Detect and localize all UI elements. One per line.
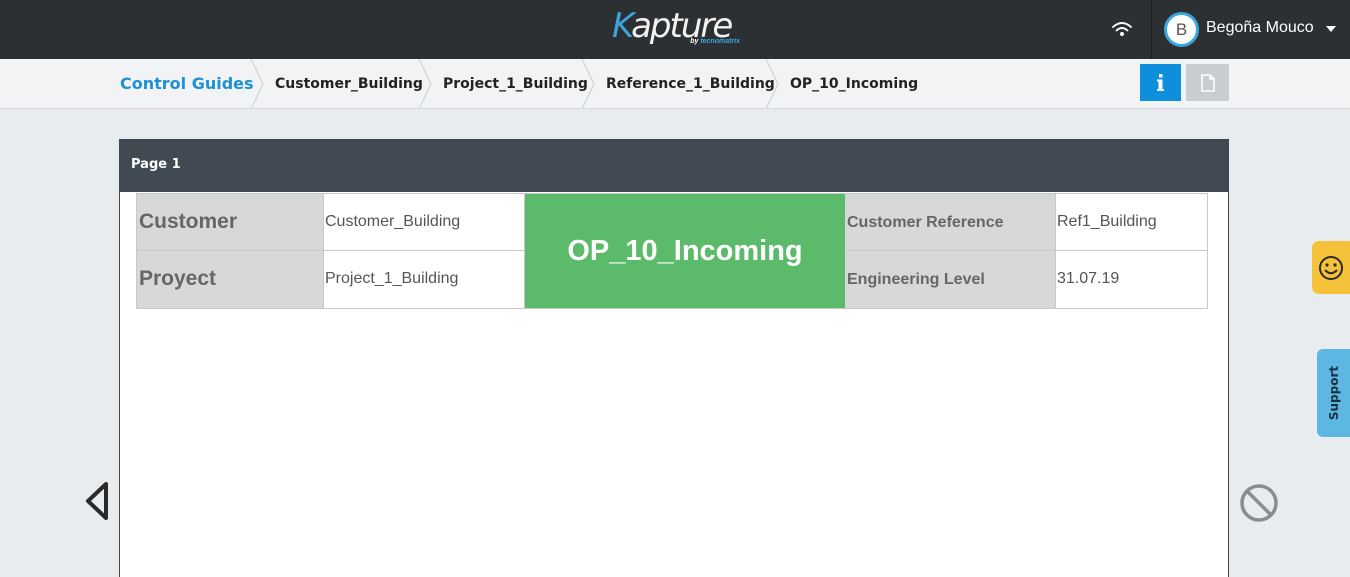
page-header: Page 1 xyxy=(120,140,1228,192)
breadcrumb-item-project[interactable]: Project_1_Building xyxy=(443,59,588,109)
customer-reference-label: Customer Reference xyxy=(845,194,1056,251)
breadcrumb-separator xyxy=(581,59,595,109)
chevron-down-icon[interactable] xyxy=(1326,26,1336,32)
support-tab[interactable]: Support xyxy=(1317,349,1350,437)
info-button[interactable] xyxy=(1140,64,1181,101)
page-title: Page 1 xyxy=(131,157,181,172)
breadcrumb-separator xyxy=(765,59,779,109)
customer-reference-value: Ref1_Building xyxy=(1056,194,1207,251)
breadcrumb-item-operation: OP_10_Incoming xyxy=(790,76,919,92)
user-menu[interactable]: B Begoña Mouco xyxy=(1151,0,1350,59)
breadcrumb-item-reference[interactable]: Reference_1_Building xyxy=(606,59,775,109)
breadcrumb-separator xyxy=(250,59,264,109)
breadcrumb-item-customer[interactable]: Customer_Building xyxy=(275,59,423,109)
user-name: Begoña Mouco xyxy=(1206,19,1314,36)
header-table: Customer Customer_Building Proyect Proje… xyxy=(136,193,1208,309)
document-icon xyxy=(1201,74,1215,92)
project-label: Proyect xyxy=(137,251,324,308)
page-panel: Page 1 Customer Customer_Building Proyec… xyxy=(119,139,1229,577)
previous-page-button[interactable] xyxy=(82,480,114,522)
blocked-button[interactable] xyxy=(1238,482,1280,524)
project-value: Project_1_Building xyxy=(324,251,525,308)
customer-label: Customer xyxy=(137,194,324,251)
feedback-tab[interactable] xyxy=(1312,241,1350,294)
customer-value: Customer_Building xyxy=(324,194,525,251)
engineering-level-value: 31.07.19 xyxy=(1056,251,1207,308)
blocked-icon xyxy=(1240,484,1278,522)
support-label: Support xyxy=(1326,365,1341,421)
kapture-logo: Kapture by tecnomatrix xyxy=(612,6,740,46)
operation-name: OP_10_Incoming xyxy=(525,194,845,308)
smiley-icon xyxy=(1319,256,1343,280)
document-button[interactable] xyxy=(1186,64,1229,101)
info-icon xyxy=(1157,74,1164,91)
breadcrumb-separator xyxy=(418,59,432,109)
avatar: B xyxy=(1164,12,1199,47)
wifi-icon xyxy=(1110,18,1134,40)
breadcrumb-item-control-guides[interactable]: Control Guides xyxy=(120,59,254,109)
previous-page-icon xyxy=(86,482,108,520)
engineering-level-label: Engineering Level xyxy=(845,251,1056,308)
breadcrumb: Control Guides Customer_Building Project… xyxy=(0,59,1350,109)
top-bar: Kapture by tecnomatrix B Begoña Mouco xyxy=(0,0,1350,59)
